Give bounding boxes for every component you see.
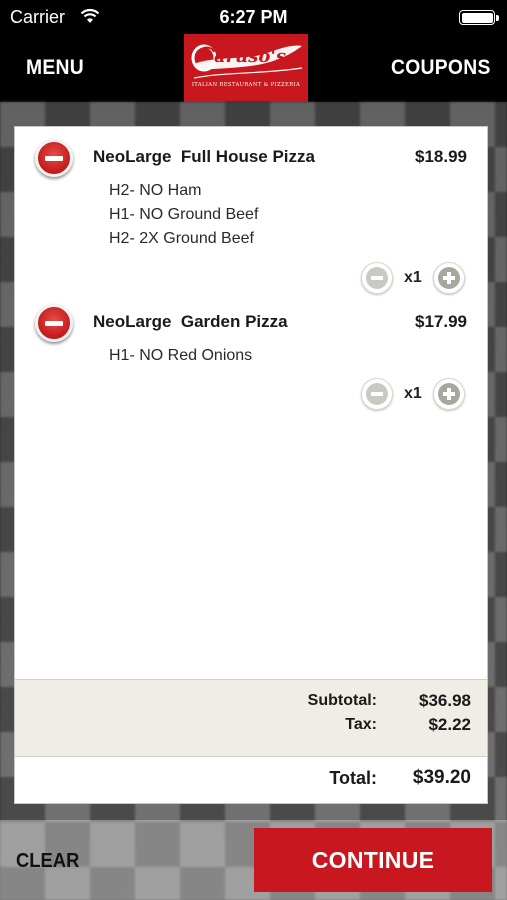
order-summary: Subtotal: $36.98 Tax: $2.22 bbox=[15, 679, 487, 757]
decrease-quantity-button[interactable] bbox=[361, 262, 393, 294]
subtotal-label: Subtotal: bbox=[307, 692, 377, 709]
status-bar: Carrier 6:27 PM bbox=[0, 0, 507, 34]
total-value: $39.20 bbox=[412, 767, 471, 788]
tax-value: $2.22 bbox=[428, 715, 471, 734]
battery-icon bbox=[459, 10, 499, 25]
item-modifier: H1- NO Red Onions bbox=[109, 347, 253, 364]
remove-item-button[interactable] bbox=[35, 304, 73, 342]
total-label: Total: bbox=[329, 768, 377, 788]
carusos-logo-icon: aruso's ITALIAN RESTAURANT & PIZZERIA bbox=[184, 34, 308, 102]
item-modifier: H2- NO Ham bbox=[109, 182, 202, 199]
item-modifier: H2- 2X Ground Beef bbox=[109, 230, 254, 247]
nav-bar: MENU aruso's ITALIAN RESTAURANT & PIZZER… bbox=[0, 34, 507, 102]
subtotal-value: $36.98 bbox=[419, 691, 471, 710]
quantity-count: x1 bbox=[404, 269, 422, 286]
coupons-button[interactable]: COUPONS bbox=[391, 56, 491, 80]
decrease-quantity-button[interactable] bbox=[361, 378, 393, 410]
item-modifier: H1- NO Ground Beef bbox=[109, 206, 259, 223]
increase-quantity-button[interactable] bbox=[433, 378, 465, 410]
total-row: Total: $39.20 bbox=[15, 757, 487, 803]
item-price: $18.99 bbox=[415, 147, 467, 166]
item-name: NeoLarge Garden Pizza bbox=[93, 312, 288, 331]
continue-button[interactable]: CONTINUE bbox=[254, 828, 492, 892]
tax-label: Tax: bbox=[345, 716, 377, 733]
svg-text:ITALIAN RESTAURANT & PIZZERIA: ITALIAN RESTAURANT & PIZZERIA bbox=[192, 82, 300, 88]
menu-button[interactable]: MENU bbox=[26, 56, 84, 80]
svg-text:aruso's: aruso's bbox=[214, 46, 286, 67]
clear-button[interactable]: CLEAR bbox=[16, 850, 79, 873]
item-price: $17.99 bbox=[415, 312, 467, 331]
increase-quantity-button[interactable] bbox=[433, 262, 465, 294]
clock: 6:27 PM bbox=[219, 7, 288, 27]
item-name: NeoLarge Full House Pizza bbox=[93, 147, 315, 166]
bottom-action-bar: CLEAR CONTINUE bbox=[0, 820, 507, 900]
logo[interactable]: aruso's ITALIAN RESTAURANT & PIZZERIA bbox=[184, 34, 308, 102]
remove-item-button[interactable] bbox=[35, 139, 73, 177]
cart-panel: NeoLarge Full House Pizza $18.99 H2- NO … bbox=[14, 126, 488, 804]
quantity-count: x1 bbox=[404, 385, 422, 402]
